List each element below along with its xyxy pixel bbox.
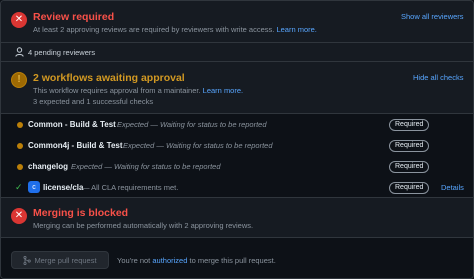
x-circle-icon: ✕ [11,12,27,28]
footer-suffix-text: to merge this pull request. [189,256,276,265]
review-learn-more-link[interactable]: Learn more. [276,25,316,34]
check-row-common[interactable]: Common - Build & Test Expected — Waiting… [1,115,473,136]
required-badge: Required [389,119,430,131]
pending-dot-icon [17,122,23,128]
workflows-description-text: This workflow requires approval from a m… [33,86,201,95]
check-icon: ✓ [15,182,23,192]
merging-blocked-section: ✕ Merging is blocked Merging can be perf… [1,198,473,238]
pending-dot-icon [17,164,23,170]
pending-dot-icon [17,143,23,149]
required-badge: Required [389,140,430,152]
review-required-title: Review required [33,11,115,23]
alert-icon: ! [11,72,27,88]
merging-blocked-title: Merging is blocked [33,207,129,219]
check-status: Expected — Waiting for status to be repo… [117,120,267,129]
check-status: Expected — Waiting for status to be repo… [71,162,221,171]
x-circle-icon: ✕ [11,208,27,224]
merge-box: ✕ Review required At least 2 approving r… [0,0,474,279]
workflows-title: 2 workflows awaiting approval [33,72,185,84]
merge-pull-request-button[interactable]: Merge pull request [11,251,109,269]
checks-summary: 3 expected and 1 successful checks [33,97,154,106]
check-status: — All CLA requirements met. [82,183,179,192]
cla-app-icon: c [28,181,40,193]
workflows-learn-more-link[interactable]: Learn more. [203,86,243,95]
check-name: license/cla [43,183,84,192]
workflows-awaiting-section: ! 2 workflows awaiting approval This wor… [1,62,473,114]
required-badge: Required [389,161,430,173]
review-required-description: At least 2 approving reviews are require… [33,25,317,34]
show-all-reviewers-link[interactable]: Show all reviewers [401,12,464,21]
person-icon [15,47,24,57]
merge-icon [23,255,32,265]
review-description-text: At least 2 approving reviews are require… [33,25,275,34]
details-link[interactable]: Details [441,183,464,192]
hide-all-checks-link[interactable]: Hide all checks [413,73,463,82]
check-name: changelog [28,162,69,171]
check-row-license-cla[interactable]: ✓ c license/cla — All CLA requirements m… [1,178,473,199]
check-status: Expected — Waiting for status to be repo… [123,141,273,150]
merge-permission-notice: You're not authorized to merge this pull… [117,256,276,265]
required-badge: Required [389,182,430,194]
merge-footer: Merge pull request You're not authorized… [1,238,473,278]
check-name: Common4j - Build & Test [28,141,123,150]
review-required-section: ✕ Review required At least 2 approving r… [1,1,473,43]
workflows-description: This workflow requires approval from a m… [33,86,243,95]
pending-reviewers-label: 4 pending reviewers [28,48,96,57]
pending-reviewers-row[interactable]: 4 pending reviewers [1,43,473,62]
footer-prefix-text: You're not [117,256,151,265]
checks-list: Common - Build & Test Expected — Waiting… [1,114,473,199]
merge-button-label: Merge pull request [34,255,97,265]
merging-blocked-description: Merging can be performed automatically w… [33,221,254,230]
check-name: Common - Build & Test [28,120,116,129]
check-row-changelog[interactable]: changelog Expected — Waiting for status … [1,157,473,178]
authorized-link[interactable]: authorized [152,256,187,265]
check-row-common4j[interactable]: Common4j - Build & Test Expected — Waiti… [1,136,473,157]
